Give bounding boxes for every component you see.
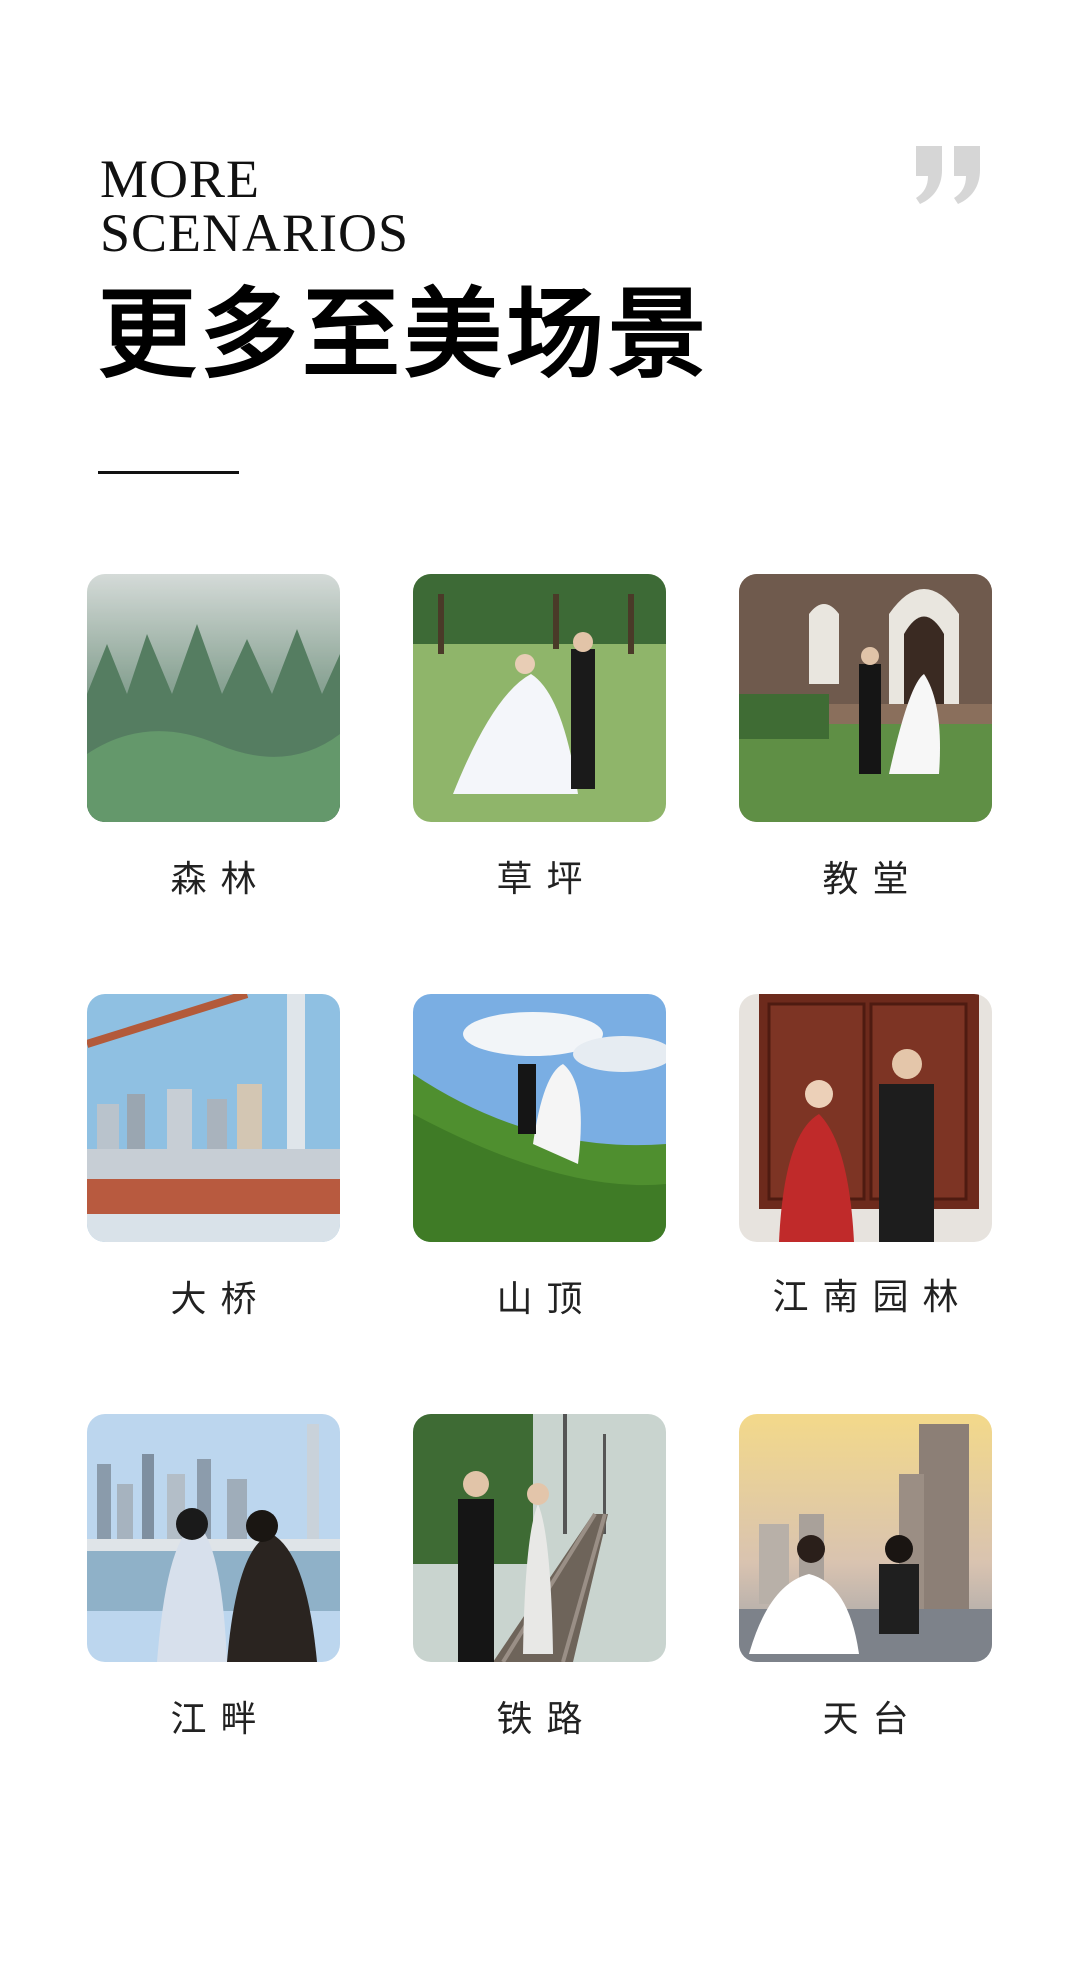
scene-card-rooftop[interactable]: 天台 — [739, 1414, 992, 1740]
scene-card-forest[interactable]: 森林 — [87, 574, 340, 900]
closing-quote-icon — [916, 146, 980, 204]
scene-card-riverside[interactable]: 江畔 — [87, 1414, 340, 1740]
scene-label: 草坪 — [496, 859, 597, 900]
scene-card-bridge[interactable]: 大桥 — [87, 994, 340, 1320]
scene-card-hilltop[interactable]: 山顶 — [413, 994, 666, 1320]
eyebrow-line-2: SCENARIOS — [100, 203, 410, 263]
eyebrow-line-1: MORE — [100, 149, 261, 209]
scene-image-riverside — [87, 1414, 340, 1662]
scene-label: 大桥 — [170, 1279, 271, 1320]
scene-label: 教堂 — [822, 859, 923, 900]
scene-label: 江畔 — [170, 1699, 271, 1740]
section-eyebrow: MORE SCENARIOS — [100, 152, 409, 260]
scene-label: 铁路 — [496, 1699, 597, 1740]
scene-image-hilltop — [413, 994, 666, 1242]
scene-label: 山顶 — [496, 1279, 597, 1320]
scene-image-church — [739, 574, 992, 822]
scene-card-lawn[interactable]: 草坪 — [413, 574, 666, 900]
scene-label: 森林 — [170, 859, 271, 900]
scene-label: 江南园林 — [772, 1277, 973, 1318]
scene-card-railway[interactable]: 铁路 — [413, 1414, 666, 1740]
scene-card-jiangnan-garden[interactable]: 江南园林 — [739, 994, 992, 1318]
scene-image-forest — [87, 574, 340, 822]
page-title: 更多至美场景 — [98, 278, 711, 392]
scene-image-jiangnan-garden — [739, 994, 992, 1242]
scene-label: 天台 — [822, 1699, 923, 1740]
scene-image-lawn — [413, 574, 666, 822]
scene-image-bridge — [87, 994, 340, 1242]
scene-image-rooftop — [739, 1414, 992, 1662]
scene-image-railway — [413, 1414, 666, 1662]
scene-card-church[interactable]: 教堂 — [739, 574, 992, 900]
title-divider — [98, 471, 239, 474]
